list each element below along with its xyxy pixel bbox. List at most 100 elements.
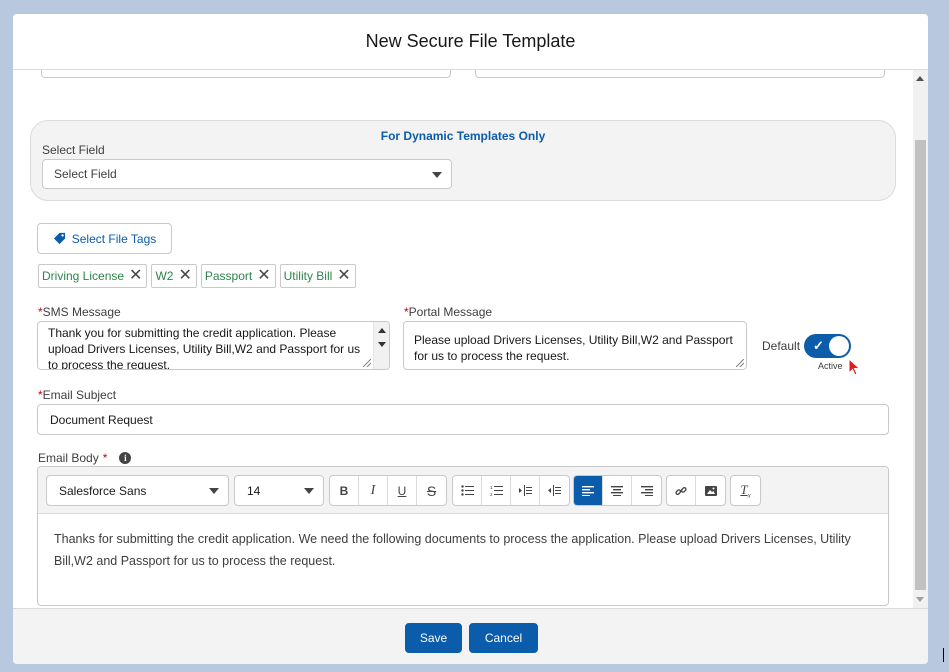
select-field-value: Select Field (54, 167, 117, 181)
sms-message-label: *SMS Message (38, 305, 121, 319)
select-field-dropdown[interactable]: Select Field (42, 159, 452, 189)
outdent-button[interactable] (540, 476, 569, 505)
scroll-down-icon[interactable] (378, 342, 386, 347)
file-tag-list: Driving License ✕ W2 ✕ Passport ✕ Utilit… (38, 264, 356, 288)
email-subject-label-text: Email Subject (42, 388, 117, 402)
underline-button[interactable]: U (388, 476, 417, 505)
align-right-icon (640, 485, 653, 496)
select-field-label: Select Field (42, 143, 105, 157)
image-icon (704, 485, 717, 496)
portal-message-textarea[interactable]: Please upload Drivers Licenses, Utility … (403, 321, 747, 370)
text-style-group: B I U S (329, 475, 447, 506)
scroll-down-icon[interactable] (916, 597, 924, 602)
file-tag: Utility Bill ✕ (279, 264, 356, 288)
save-button[interactable]: Save (405, 623, 462, 653)
email-subject-value: Document Request (50, 412, 153, 427)
file-tag-label: Passport (204, 269, 253, 283)
font-size-value: 14 (247, 483, 261, 498)
font-family-value: Salesforce Sans (59, 483, 147, 498)
default-toggle[interactable]: ✓ (804, 334, 851, 358)
chevron-down-icon (304, 488, 314, 494)
cancel-button[interactable]: Cancel (469, 623, 538, 653)
file-tag: Passport ✕ (200, 264, 276, 288)
text-cursor (943, 648, 944, 662)
file-tag: W2 ✕ (151, 264, 197, 288)
numbered-list-button[interactable]: 12 (482, 476, 511, 505)
email-body-label: Email Body * i (38, 451, 132, 465)
font-size-select[interactable]: 14 (234, 475, 324, 506)
resize-handle-icon[interactable] (363, 359, 371, 367)
link-icon (675, 486, 687, 495)
portal-message-label: *Portal Message (404, 305, 492, 319)
close-icon[interactable]: ✕ (129, 268, 142, 284)
partial-input-left[interactable] (41, 70, 451, 78)
email-subject-input[interactable]: Document Request (37, 404, 889, 435)
strikethrough-button[interactable]: S (417, 476, 446, 505)
chevron-down-icon (209, 488, 219, 494)
file-tag-label: Driving License (42, 269, 125, 283)
align-left-button[interactable] (574, 476, 603, 505)
align-group (573, 475, 662, 506)
indent-icon (518, 485, 532, 496)
select-file-tags-button[interactable]: Select File Tags (37, 223, 172, 254)
bold-button[interactable]: B (330, 476, 359, 505)
numbered-list-icon: 12 (490, 485, 503, 497)
chevron-down-icon (432, 172, 442, 178)
portal-message-label-text: Portal Message (408, 305, 493, 319)
close-icon[interactable]: ✕ (257, 268, 270, 284)
align-left-icon (582, 485, 594, 496)
modal-title: New Secure File Template (365, 31, 576, 51)
indent-button[interactable] (511, 476, 540, 505)
select-file-tags-label: Select File Tags (71, 231, 157, 246)
close-icon[interactable]: ✕ (337, 268, 350, 284)
font-family-select[interactable]: Salesforce Sans (46, 475, 229, 506)
partial-input-right[interactable] (475, 70, 885, 78)
info-icon[interactable]: i (119, 452, 132, 464)
file-tag-label: W2 (155, 269, 174, 283)
scroll-up-icon[interactable] (378, 328, 386, 333)
italic-button[interactable]: I (359, 476, 388, 505)
sms-message-value: Thank you for submitting the credit appl… (48, 326, 361, 370)
outdent-icon (548, 485, 561, 496)
dynamic-templates-heading: For Dynamic Templates Only (380, 129, 546, 143)
required-marker: * (102, 451, 108, 465)
dynamic-templates-panel: For Dynamic Templates Only Select Field … (30, 120, 896, 201)
toggle-state-label: Active (818, 361, 843, 371)
close-icon[interactable]: ✕ (178, 268, 191, 284)
sms-message-textarea[interactable]: Thank you for submitting the credit appl… (37, 321, 390, 370)
email-subject-label: *Email Subject (38, 388, 116, 402)
email-body-editor: Salesforce Sans 14 B I U S 1 2 Tx Thanks… (37, 466, 889, 606)
list-group: 12 (452, 475, 570, 506)
insert-group (666, 475, 726, 506)
clear-formatting-button[interactable]: Tx (731, 476, 760, 505)
check-icon: ✓ (813, 338, 824, 353)
clear-format-group: Tx (730, 475, 761, 506)
default-toggle-label: Default (762, 339, 801, 353)
align-center-icon (611, 485, 623, 496)
bulleted-list-icon (460, 485, 474, 496)
file-tag: Driving License ✕ (38, 264, 148, 288)
portal-message-value: Please upload Drivers Licenses, Utility … (414, 333, 733, 363)
resize-handle-icon[interactable] (736, 359, 744, 367)
email-body-content[interactable]: Thanks for submitting the credit applica… (38, 514, 888, 586)
align-right-button[interactable] (632, 476, 661, 505)
clear-formatting-icon: Tx (740, 481, 751, 500)
editor-toolbar: Salesforce Sans 14 B I U S 1 2 Tx (38, 467, 888, 514)
scroll-thumb[interactable] (915, 140, 926, 590)
modal-footer: Save Cancel (13, 608, 928, 664)
align-center-button[interactable] (603, 476, 632, 505)
file-tag-label: Utility Bill (283, 269, 333, 283)
bulleted-list-button[interactable] (453, 476, 482, 505)
toggle-knob (829, 336, 849, 356)
insert-image-button[interactable] (696, 476, 725, 505)
insert-link-button[interactable] (667, 476, 696, 505)
modal-scrollbar[interactable] (913, 70, 928, 608)
tag-icon (53, 232, 65, 245)
modal-body: For Dynamic Templates Only Select Field … (13, 70, 913, 608)
scroll-up-icon[interactable] (916, 76, 924, 81)
mouse-cursor-icon (848, 358, 861, 376)
svg-text:2: 2 (490, 492, 493, 497)
email-body-label-text: Email Body (38, 451, 99, 465)
modal-header: New Secure File Template (13, 14, 928, 70)
textarea-scrollbar[interactable] (373, 322, 389, 369)
